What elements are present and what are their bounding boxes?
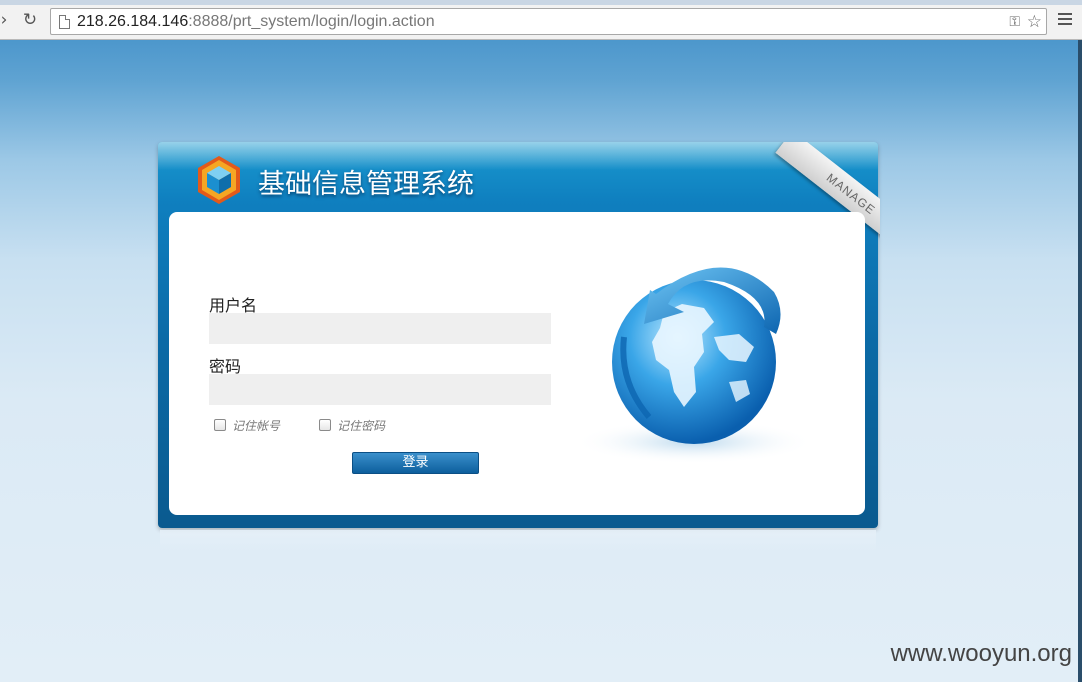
- url-text[interactable]: 218.26.184.146:8888/prt_system/login/log…: [77, 13, 435, 31]
- address-bar[interactable]: 218.26.184.146:8888/prt_system/login/log…: [50, 8, 1047, 35]
- menu-icon[interactable]: [1058, 13, 1072, 27]
- cube-logo-icon: [198, 156, 240, 204]
- system-title: 基础信息管理系统: [258, 169, 474, 200]
- panel-reflection: [160, 530, 876, 552]
- password-input[interactable]: [209, 374, 551, 405]
- remember-password-checkbox[interactable]: [319, 419, 331, 431]
- tab-strip: [0, 0, 1082, 5]
- reload-icon[interactable]: ↻: [20, 10, 40, 30]
- browser-toolbar: › ↻ 218.26.184.146:8888/prt_system/login…: [0, 0, 1082, 40]
- bookmark-star-icon[interactable]: ☆: [1027, 12, 1042, 32]
- page-icon: [59, 15, 70, 29]
- scrollbar[interactable]: [1078, 40, 1082, 682]
- remember-account-option[interactable]: 记住帐号: [214, 417, 280, 433]
- globe-icon: [574, 267, 814, 464]
- remember-password-option[interactable]: 记住密码: [319, 417, 385, 433]
- username-input[interactable]: [209, 313, 551, 344]
- remember-account-label: 记住帐号: [232, 418, 281, 433]
- login-panel: 基础信息管理系统 MANAGE 用户名 密码 记住帐号 记住密码 登录: [158, 142, 880, 528]
- watermark-text: www.wooyun.org: [890, 640, 1072, 667]
- login-content: 用户名 密码 记住帐号 记住密码 登录: [169, 212, 865, 515]
- login-button[interactable]: 登录: [352, 452, 479, 474]
- remember-password-label: 记住密码: [337, 418, 386, 433]
- forward-icon[interactable]: ›: [0, 10, 14, 30]
- remember-account-checkbox[interactable]: [214, 419, 226, 431]
- key-icon[interactable]: ⚿: [1009, 12, 1020, 32]
